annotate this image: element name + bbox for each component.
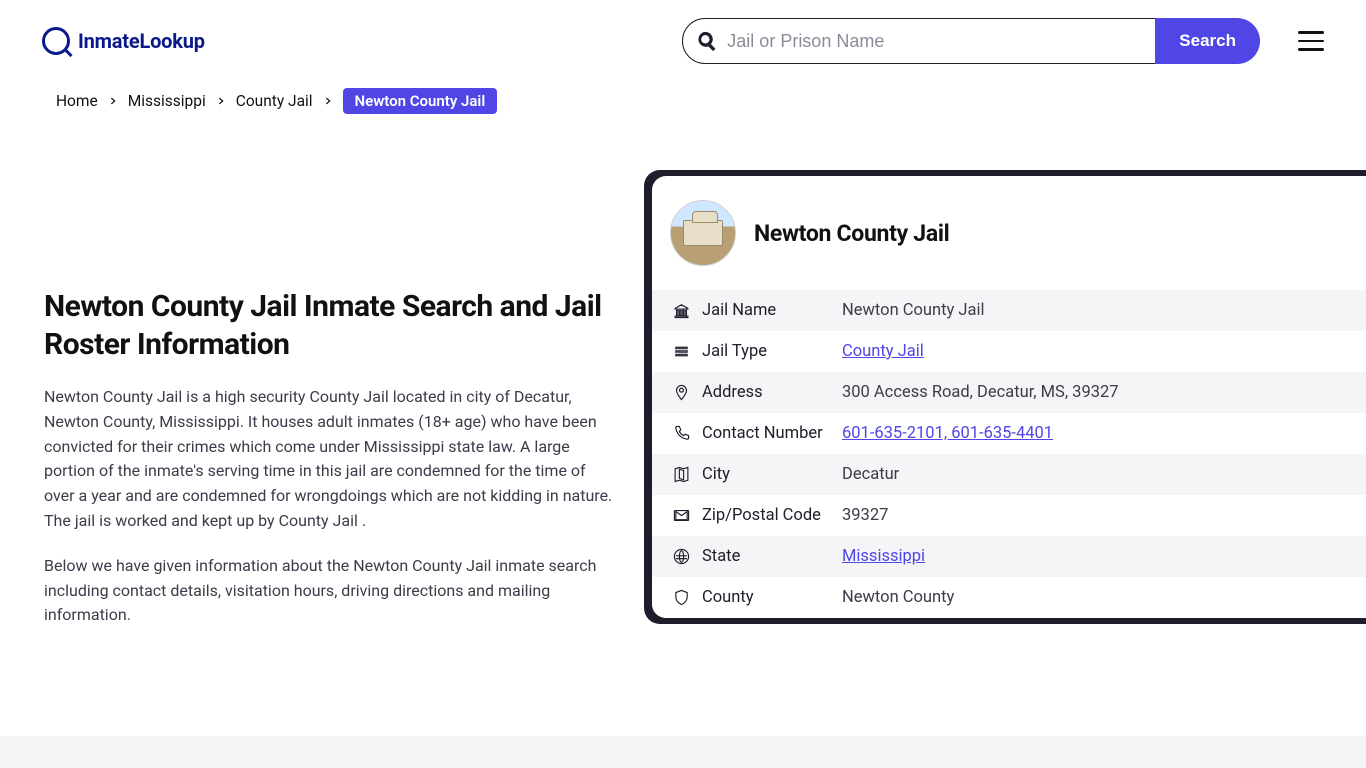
- info-value: Decatur: [842, 465, 899, 484]
- info-label: Jail Name: [702, 301, 842, 320]
- phone-icon: [670, 425, 692, 442]
- breadcrumb-state[interactable]: Mississippi: [128, 92, 206, 110]
- intro-paragraph-2: Below we have given information about th…: [44, 554, 614, 628]
- info-card-wrap: Newton County Jail Jail NameNewton Count…: [644, 170, 1366, 624]
- info-row: CountyNewton County: [652, 577, 1366, 618]
- info-value-link[interactable]: 601-635-2101, 601-635-4401: [842, 424, 1053, 443]
- card-header: Newton County Jail: [652, 176, 1366, 290]
- info-label: Address: [702, 383, 842, 402]
- mail-icon: [670, 507, 692, 524]
- info-value: 39327: [842, 506, 888, 525]
- search-input[interactable]: [727, 31, 1143, 52]
- header-right: Search: [682, 18, 1324, 64]
- info-value-link[interactable]: County Jail: [842, 342, 924, 361]
- search-box: [682, 18, 1156, 64]
- intro-paragraph-1: Newton County Jail is a high security Co…: [44, 385, 614, 534]
- card-title: Newton County Jail: [754, 220, 949, 247]
- search-form: Search: [682, 18, 1260, 64]
- chevron-right-icon: [216, 92, 226, 110]
- breadcrumb: Home Mississippi County Jail Newton Coun…: [0, 74, 1366, 114]
- list-icon: [670, 343, 692, 360]
- article-column: Newton County Jail Inmate Search and Jai…: [44, 170, 644, 648]
- brand-text: InmateLookup: [78, 29, 205, 53]
- info-row: Jail TypeCounty Jail: [652, 331, 1366, 372]
- info-value: Newton County Jail: [842, 301, 985, 320]
- jail-avatar: [670, 200, 736, 266]
- info-rows: Jail NameNewton County JailJail TypeCoun…: [652, 290, 1366, 618]
- info-value-link[interactable]: Mississippi: [842, 547, 925, 566]
- breadcrumb-current: Newton County Jail: [343, 88, 498, 114]
- info-row: Contact Number601-635-2101, 601-635-4401: [652, 413, 1366, 454]
- info-card: Newton County Jail Jail NameNewton Count…: [652, 176, 1366, 618]
- info-row: StateMississippi: [652, 536, 1366, 577]
- globe-icon: [670, 548, 692, 565]
- page-title: Newton County Jail Inmate Search and Jai…: [44, 288, 614, 363]
- map-icon: [670, 466, 692, 483]
- info-label: Jail Type: [702, 342, 842, 361]
- header: InmateLookup Search: [0, 0, 1366, 74]
- info-value: Newton County: [842, 588, 954, 607]
- info-label: State: [702, 547, 842, 566]
- info-value: 300 Access Road, Decatur, MS, 39327: [842, 383, 1119, 402]
- brand-logo[interactable]: InmateLookup: [42, 27, 205, 55]
- chevron-right-icon: [108, 92, 118, 110]
- info-row: Address300 Access Road, Decatur, MS, 393…: [652, 372, 1366, 413]
- info-row: Jail NameNewton County Jail: [652, 290, 1366, 331]
- search-button[interactable]: Search: [1155, 18, 1260, 64]
- search-icon: [697, 31, 717, 51]
- info-label: Contact Number: [702, 424, 842, 443]
- footer-strip: [0, 736, 1366, 768]
- pin-icon: [670, 384, 692, 401]
- shield-icon: [670, 589, 692, 606]
- search-lens-icon: [42, 27, 70, 55]
- info-label: County: [702, 588, 842, 607]
- info-row: CityDecatur: [652, 454, 1366, 495]
- breadcrumb-type[interactable]: County Jail: [236, 92, 313, 110]
- breadcrumb-home[interactable]: Home: [56, 92, 98, 110]
- main-content: Newton County Jail Inmate Search and Jai…: [0, 170, 1366, 648]
- info-label: City: [702, 465, 842, 484]
- info-row: Zip/Postal Code39327: [652, 495, 1366, 536]
- bank-icon: [670, 302, 692, 319]
- chevron-right-icon: [323, 92, 333, 110]
- menu-icon[interactable]: [1298, 31, 1324, 51]
- building-icon: [683, 220, 723, 246]
- info-label: Zip/Postal Code: [702, 506, 842, 525]
